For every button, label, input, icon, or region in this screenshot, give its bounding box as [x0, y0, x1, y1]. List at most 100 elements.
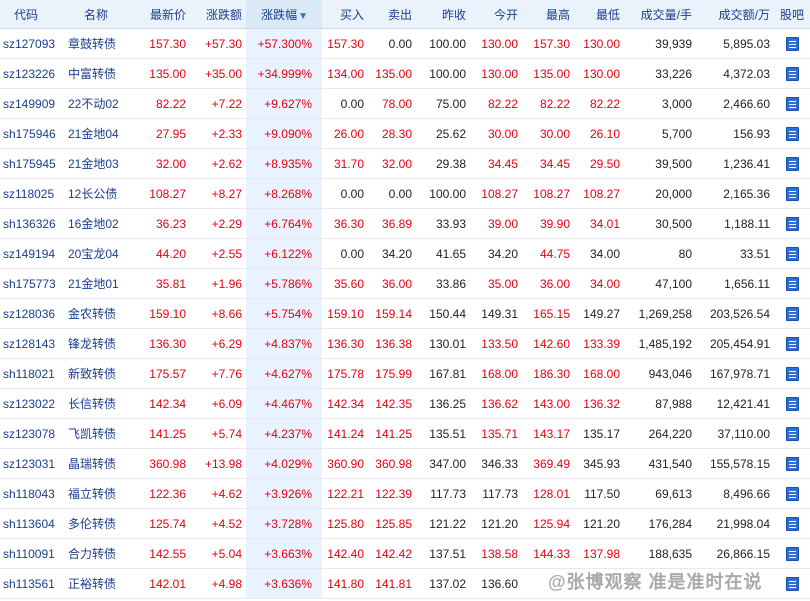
forum-doc-icon[interactable]	[785, 186, 799, 201]
cell-name[interactable]: 章鼓转债	[62, 28, 134, 59]
cell-code[interactable]: sz118025	[0, 178, 62, 209]
cell-gb[interactable]	[774, 358, 810, 389]
forum-doc-icon[interactable]	[785, 396, 799, 411]
cell-code[interactable]: sh118021	[0, 358, 62, 389]
forum-doc-icon[interactable]	[785, 126, 799, 141]
forum-doc-icon[interactable]	[785, 66, 799, 81]
cell-name[interactable]: 晶瑞转债	[62, 448, 134, 479]
cell-gb[interactable]	[774, 448, 810, 479]
table-row[interactable]: sz118025 12长公债 108.27 +8.27 +8.268% 0.00 0.00 1…	[0, 178, 810, 209]
forum-doc-icon[interactable]	[785, 306, 799, 321]
table-row[interactable]: sh136326 16金地02 36.23 +2.29 +6.764% 36.30 36.8…	[0, 208, 810, 239]
cell-gb[interactable]	[774, 568, 810, 599]
cell-code[interactable]: sz128143	[0, 328, 62, 359]
cell-name[interactable]: 长信转债	[62, 388, 134, 419]
cell-gb[interactable]	[774, 418, 810, 449]
table-row[interactable]: sz123078 飞凯转债 141.25 +5.74 +4.237% 141.24 141.…	[0, 418, 810, 449]
cell-code[interactable]: sz123022	[0, 388, 62, 419]
forum-doc-icon[interactable]	[785, 156, 799, 171]
cell-gb[interactable]	[774, 148, 810, 179]
table-row[interactable]: sh113561 正裕转债 142.01 +4.98 +3.636% 141.80 141.…	[0, 568, 810, 599]
table-row[interactable]: sh118043 福立转债 122.36 +4.62 +3.926% 122.21 122.…	[0, 478, 810, 509]
cell-code[interactable]: sh175946	[0, 118, 62, 149]
forum-doc-icon[interactable]	[785, 486, 799, 501]
column-header-vol[interactable]: 成交量/手	[624, 0, 696, 29]
cell-name[interactable]: 12长公债	[62, 178, 134, 209]
cell-gb[interactable]	[774, 88, 810, 119]
cell-name[interactable]: 21金地03	[62, 148, 134, 179]
table-row[interactable]: sh118021 新致转债 175.57 +7.76 +4.627% 175.78 175.…	[0, 358, 810, 389]
cell-code[interactable]: sz123078	[0, 418, 62, 449]
column-header-amt[interactable]: 成交额/万	[696, 0, 774, 29]
cell-gb[interactable]	[774, 388, 810, 419]
table-row[interactable]: sh175945 21金地03 32.00 +2.62 +8.935% 31.70 32.0…	[0, 148, 810, 179]
table-row[interactable]: sz128143 锋龙转债 136.30 +6.29 +4.837% 136.30 136.…	[0, 328, 810, 359]
forum-doc-icon[interactable]	[785, 96, 799, 111]
column-header-sell[interactable]: 卖出	[368, 0, 416, 29]
cell-gb[interactable]	[774, 118, 810, 149]
table-row[interactable]: sz123022 长信转债 142.34 +6.09 +4.467% 142.34 142.…	[0, 388, 810, 419]
table-row[interactable]: sz123226 中富转债 135.00 +35.00 +34.999% 134.00 13…	[0, 58, 810, 89]
forum-doc-icon[interactable]	[785, 276, 799, 291]
forum-doc-icon[interactable]	[785, 366, 799, 381]
forum-doc-icon[interactable]	[785, 246, 799, 261]
table-row[interactable]: sz127093 章鼓转债 157.30 +57.30 +57.300% 157.30 0.…	[0, 28, 810, 59]
table-row[interactable]: sh175946 21金地04 27.95 +2.33 +9.090% 26.00 28.3…	[0, 118, 810, 149]
table-row[interactable]: sz128036 金农转债 159.10 +8.66 +5.754% 159.10 159.…	[0, 298, 810, 329]
cell-name[interactable]: 21金地01	[62, 268, 134, 299]
column-header-high[interactable]: 最高	[522, 0, 574, 29]
cell-code[interactable]: sz149194	[0, 238, 62, 269]
cell-gb[interactable]	[774, 178, 810, 209]
cell-name[interactable]: 金农转债	[62, 298, 134, 329]
column-header-last[interactable]: 最新价	[134, 0, 190, 29]
forum-doc-icon[interactable]	[785, 456, 799, 471]
forum-doc-icon[interactable]	[785, 546, 799, 561]
column-header-low[interactable]: 最低	[574, 0, 624, 29]
cell-gb[interactable]	[774, 238, 810, 269]
table-row[interactable]: sh175773 21金地01 35.81 +1.96 +5.786% 35.60 36.0…	[0, 268, 810, 299]
cell-name[interactable]: 锋龙转债	[62, 328, 134, 359]
table-row[interactable]: sh113604 多伦转债 125.74 +4.52 +3.728% 125.80 125.…	[0, 508, 810, 539]
forum-doc-icon[interactable]	[785, 516, 799, 531]
cell-name[interactable]: 16金地02	[62, 208, 134, 239]
cell-gb[interactable]	[774, 478, 810, 509]
table-row[interactable]: sh110091 合力转债 142.55 +5.04 +3.663% 142.40 142.…	[0, 538, 810, 569]
cell-code[interactable]: sz123031	[0, 448, 62, 479]
column-header-code[interactable]: 代码	[0, 0, 62, 29]
cell-code[interactable]: sh136326	[0, 208, 62, 239]
cell-name[interactable]: 合力转债	[62, 538, 134, 569]
cell-code[interactable]: sh110091	[0, 538, 62, 569]
cell-gb[interactable]	[774, 268, 810, 299]
cell-name[interactable]: 21金地04	[62, 118, 134, 149]
cell-code[interactable]: sz128036	[0, 298, 62, 329]
cell-code[interactable]: sh175945	[0, 148, 62, 179]
cell-code[interactable]: sz123226	[0, 58, 62, 89]
column-header-pct[interactable]: 涨跌幅▼	[246, 0, 322, 29]
forum-doc-icon[interactable]	[785, 426, 799, 441]
column-header-buy[interactable]: 买入	[322, 0, 368, 29]
column-header-open[interactable]: 今开	[470, 0, 522, 29]
table-row[interactable]: sz149194 20宝龙04 44.20 +2.55 +6.122% 0.00 34.20…	[0, 238, 810, 269]
column-header-gb[interactable]: 股吧	[774, 0, 810, 29]
cell-code[interactable]: sh175773	[0, 268, 62, 299]
cell-name[interactable]: 中富转债	[62, 58, 134, 89]
table-row[interactable]: sz123031 晶瑞转债 360.98 +13.98 +4.029% 360.90 360…	[0, 448, 810, 479]
cell-gb[interactable]	[774, 28, 810, 59]
cell-gb[interactable]	[774, 508, 810, 539]
cell-gb[interactable]	[774, 58, 810, 89]
forum-doc-icon[interactable]	[785, 36, 799, 51]
cell-name[interactable]: 新致转债	[62, 358, 134, 389]
column-header-chg[interactable]: 涨跌额	[190, 0, 246, 29]
cell-gb[interactable]	[774, 298, 810, 329]
cell-name[interactable]: 福立转债	[62, 478, 134, 509]
cell-name[interactable]: 22不动02	[62, 88, 134, 119]
cell-gb[interactable]	[774, 538, 810, 569]
cell-gb[interactable]	[774, 328, 810, 359]
cell-name[interactable]: 20宝龙04	[62, 238, 134, 269]
cell-code[interactable]: sh113561	[0, 568, 62, 599]
cell-name[interactable]: 飞凯转债	[62, 418, 134, 449]
cell-code[interactable]: sz149909	[0, 88, 62, 119]
forum-doc-icon[interactable]	[785, 216, 799, 231]
table-row[interactable]: sz149909 22不动02 82.22 +7.22 +9.627% 0.00 78.00…	[0, 88, 810, 119]
cell-code[interactable]: sh113604	[0, 508, 62, 539]
